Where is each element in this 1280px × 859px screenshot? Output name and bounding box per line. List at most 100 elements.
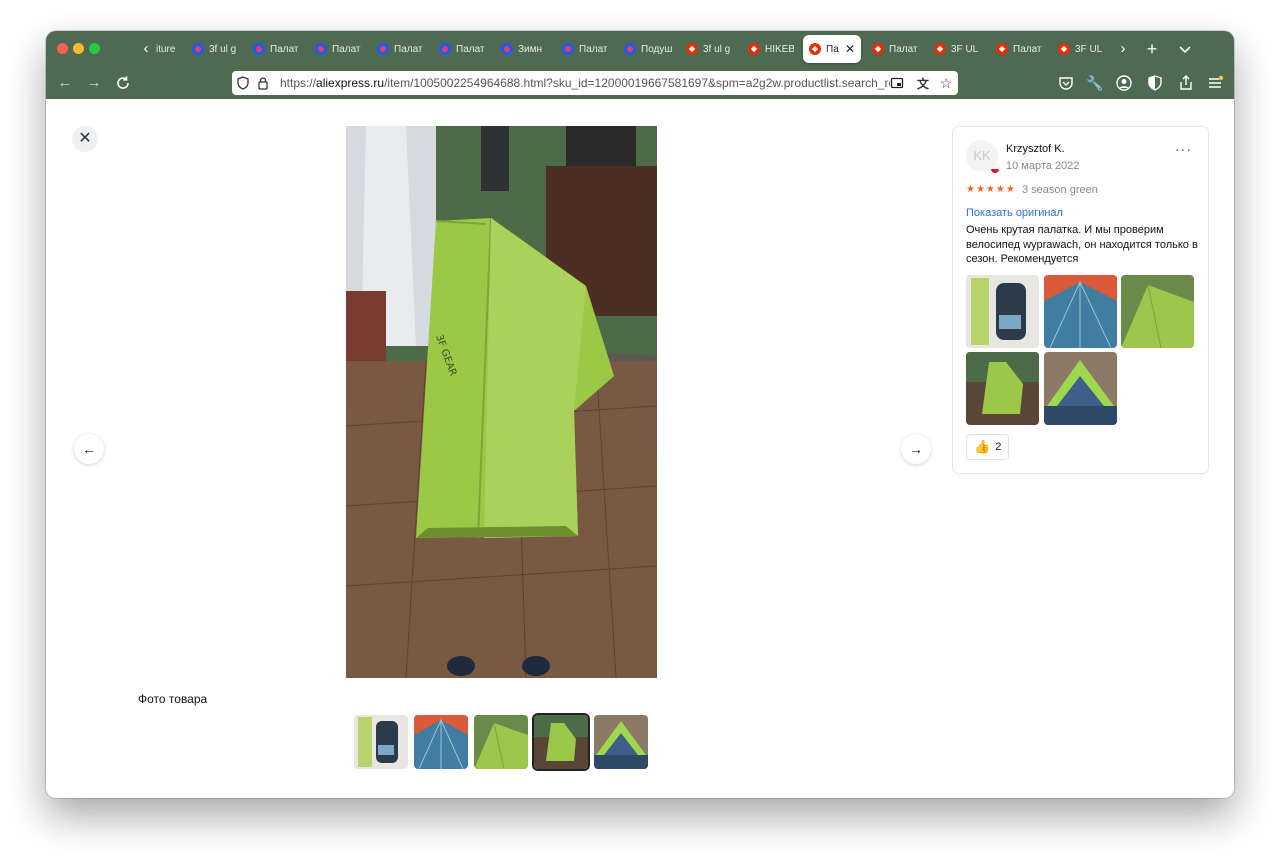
review-photo-3[interactable] (1121, 275, 1194, 348)
tab-label: Палат (332, 43, 361, 55)
ozon-icon (562, 43, 574, 55)
url-path: /item/1005002254964688.html?sku_id=12000… (384, 76, 890, 90)
tab-label: 3F UL (951, 43, 979, 55)
aliexpress-icon (996, 43, 1008, 55)
close-window-button[interactable] (57, 43, 68, 54)
tab-2[interactable]: Палат (253, 35, 301, 63)
tab-label: iture (156, 43, 176, 55)
tab-active[interactable]: Па ✕ (803, 35, 861, 63)
privacy-shield-icon[interactable] (1145, 73, 1165, 93)
like-count: 2 (995, 441, 1002, 453)
ozon-icon (192, 43, 204, 55)
picture-in-picture-icon[interactable] (890, 76, 912, 90)
tabs-scroll-left-icon[interactable]: ‹ (137, 39, 155, 59)
review-card: KK Krzysztof K. 10 марта 2022 ··· ★★★★★ … (952, 126, 1209, 474)
review-photo-2[interactable] (1044, 275, 1117, 348)
thumbnail-3[interactable] (474, 715, 528, 769)
tab-bar: ‹ iture 3f ul g Палат Палат Палат Палат … (46, 31, 1234, 67)
tab-12[interactable]: Палат (872, 35, 920, 63)
review-photo-5[interactable] (1044, 352, 1117, 425)
aliexpress-icon (872, 43, 884, 55)
tab-8[interactable]: Подуш (624, 35, 672, 63)
main-review-photo: 3F GEAR (346, 126, 657, 678)
thumbnail-5[interactable] (594, 715, 648, 769)
product-variant: 3 season green (1022, 184, 1098, 196)
bookmark-star-icon[interactable]: ☆ (934, 75, 958, 92)
tab-5[interactable]: Палат (439, 35, 487, 63)
ozon-icon (315, 43, 327, 55)
browser-chrome: ‹ iture 3f ul g Палат Палат Палат Палат … (46, 31, 1234, 99)
tab-label: Палат (270, 43, 299, 55)
tab-15[interactable]: 3F UL (1058, 35, 1104, 63)
ozon-icon (439, 43, 451, 55)
url-prefix: https:// (280, 76, 317, 90)
account-icon[interactable] (1114, 73, 1134, 93)
ozon-icon (253, 43, 265, 55)
tracking-protection-shield-icon[interactable] (236, 76, 256, 90)
browser-window: ‹ iture 3f ul g Палат Палат Палат Палат … (46, 31, 1234, 798)
close-tab-icon[interactable]: ✕ (845, 42, 855, 56)
tab-10[interactable]: HIKEB (748, 35, 794, 63)
tab-label: Палат (889, 43, 918, 55)
tab-6[interactable]: Зимн (501, 35, 549, 63)
thumbnail-2[interactable] (414, 715, 468, 769)
aliexpress-icon (748, 43, 760, 55)
more-options-icon[interactable]: ··· (1175, 141, 1192, 157)
tab-label: Палат (456, 43, 485, 55)
ozon-icon (377, 43, 389, 55)
list-all-tabs-icon[interactable] (1175, 39, 1195, 59)
review-photo-1[interactable] (966, 275, 1039, 348)
app-menu-icon[interactable] (1205, 73, 1225, 93)
tab-label: Палат (1013, 43, 1042, 55)
tab-label: 3F UL (1075, 43, 1103, 55)
tab-14[interactable]: Палат (996, 35, 1042, 63)
thumbnail-4-selected[interactable] (534, 715, 588, 769)
translate-icon[interactable]: 文 (912, 75, 934, 92)
tab-label: Палат (579, 43, 608, 55)
previous-photo-button[interactable]: ← (74, 434, 104, 464)
navigation-toolbar: ← → https://aliexpress.ru/item/100500225… (46, 67, 1234, 99)
review-date: 10 марта 2022 (1006, 160, 1080, 172)
close-viewer-button[interactable]: ✕ (72, 126, 98, 152)
pocket-icon[interactable] (1056, 73, 1076, 93)
share-icon[interactable] (1176, 73, 1196, 93)
aliexpress-icon (809, 43, 821, 55)
tab-9[interactable]: 3f ul g (686, 35, 734, 63)
lock-icon[interactable] (256, 76, 276, 90)
fullscreen-window-button[interactable] (89, 43, 100, 54)
tab-0[interactable]: iture (156, 35, 184, 63)
poland-flag-icon (991, 165, 999, 173)
ozon-icon (501, 43, 513, 55)
new-tab-icon[interactable]: + (1142, 39, 1162, 59)
show-original-link[interactable]: Показать оригинал (966, 207, 1063, 219)
photos-section-label: Фото товара (138, 692, 208, 706)
url-text[interactable]: https://aliexpress.ru/item/1005002254964… (280, 76, 890, 90)
like-button[interactable]: 👍 2 (966, 434, 1010, 460)
tab-label: 3f ul g (209, 43, 237, 55)
tabs-scroll-right-icon[interactable]: › (1115, 39, 1131, 59)
review-photo-4[interactable] (966, 352, 1039, 425)
aliexpress-icon (686, 43, 698, 55)
image-viewer-overlay: ✕ 3F GEAR ← → Фото товара KK Krzysztof K… (46, 99, 1234, 798)
tab-label: Зимн (518, 43, 543, 55)
reload-icon[interactable] (113, 73, 133, 93)
rating-stars: ★★★★★ (966, 184, 1016, 195)
tab-3[interactable]: Палат (315, 35, 363, 63)
minimize-window-button[interactable] (73, 43, 84, 54)
tab-1[interactable]: 3f ul g (192, 35, 240, 63)
wrench-icon[interactable]: 🔧 (1085, 73, 1105, 93)
back-arrow-icon[interactable]: ← (55, 73, 75, 93)
tab-7[interactable]: Палат (562, 35, 610, 63)
url-domain: aliexpress.ru (316, 76, 385, 90)
forward-arrow-icon[interactable]: → (84, 73, 104, 93)
address-bar[interactable]: https://aliexpress.ru/item/1005002254964… (232, 71, 958, 95)
thumbs-up-icon: 👍 (974, 439, 991, 454)
tab-label: 3f ul g (703, 43, 731, 55)
review-author: Krzysztof K. (1006, 143, 1065, 155)
next-photo-button[interactable]: → (901, 434, 931, 464)
thumbnail-1[interactable] (354, 715, 408, 769)
tab-13[interactable]: 3F UL (934, 35, 980, 63)
tab-label: Подуш (641, 43, 672, 55)
tab-4[interactable]: Палат (377, 35, 425, 63)
tab-label: HIKEB (765, 43, 794, 55)
